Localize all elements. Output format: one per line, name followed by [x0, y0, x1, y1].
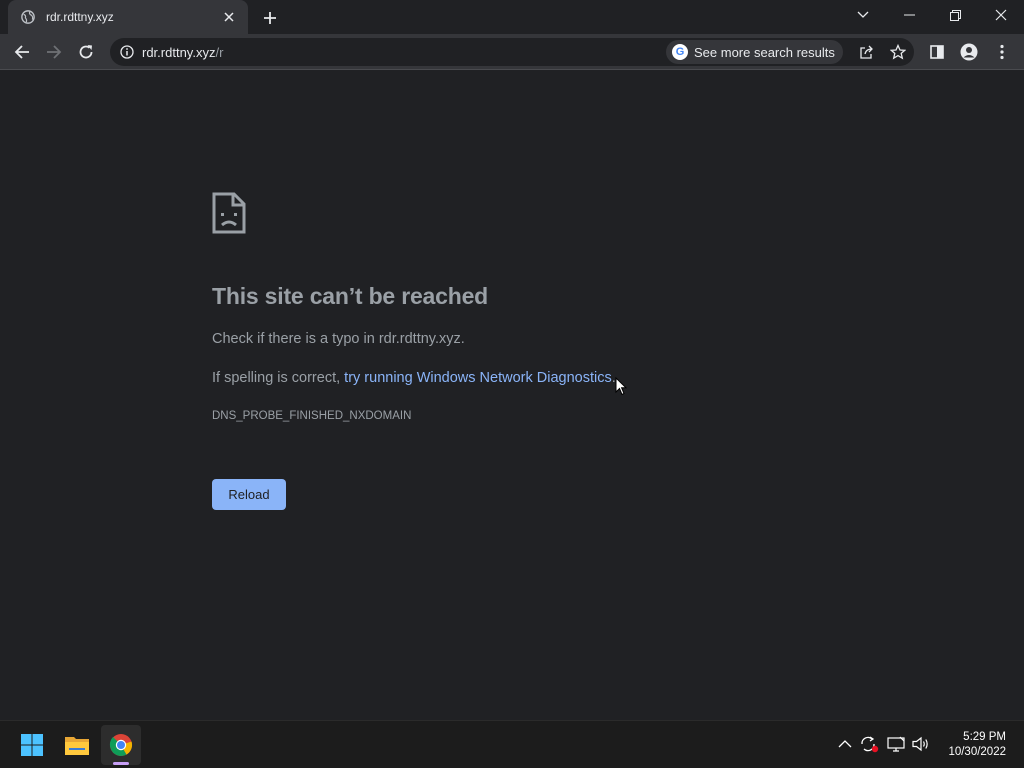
url-text: rdr.rdttny.xyz/r [142, 45, 223, 60]
profile-icon[interactable] [955, 38, 983, 66]
page-content: This site can’t be reached Check if ther… [0, 71, 1024, 720]
mouse-cursor-icon [615, 376, 628, 401]
back-icon[interactable] [8, 38, 36, 66]
tab-title: rdr.rdttny.xyz [46, 10, 114, 24]
diagnostics-link[interactable]: try running Windows Network Diagnostics [344, 370, 612, 386]
reload-icon[interactable] [72, 38, 100, 66]
chevron-up-icon[interactable] [834, 733, 856, 755]
minimize-icon[interactable] [886, 0, 932, 30]
reload-button[interactable]: Reload [212, 479, 286, 510]
volume-icon[interactable] [910, 733, 932, 755]
url-path: /r [215, 44, 224, 60]
side-panel-icon[interactable] [923, 38, 951, 66]
sad-page-icon [212, 192, 246, 234]
error-heading: This site can’t be reached [212, 283, 489, 309]
menu-icon[interactable] [988, 38, 1016, 66]
forward-icon[interactable] [40, 38, 68, 66]
globe-icon [20, 9, 36, 25]
star-icon[interactable] [887, 42, 909, 62]
chrome-icon[interactable] [101, 725, 141, 765]
file-explorer-icon[interactable] [57, 725, 97, 765]
clock-time: 5:29 PM [963, 731, 1006, 743]
network-icon[interactable] [885, 733, 907, 755]
active-app-indicator [113, 762, 129, 765]
clock-date: 10/30/2022 [948, 746, 1006, 758]
chevron-down-icon[interactable] [840, 0, 886, 30]
browser-toolbar: rdr.rdttny.xyz/r G See more search resul… [0, 34, 1024, 70]
window-close-icon[interactable] [978, 0, 1024, 30]
diagnostics-prefix: If spelling is correct, [212, 370, 345, 386]
system-clock[interactable]: 5:29 PM 10/30/2022 [948, 730, 1006, 760]
restore-icon[interactable] [932, 0, 978, 30]
windows-start-icon[interactable] [12, 725, 52, 765]
sync-icon[interactable] [858, 733, 880, 755]
taskbar: 5:29 PM 10/30/2022 [0, 720, 1024, 768]
close-icon[interactable] [220, 8, 238, 26]
google-icon: G [672, 44, 688, 60]
chip-label: See more search results [694, 44, 835, 60]
typo-hint: Check if there is a typo in rdr.rdttny.x… [212, 331, 465, 347]
browser-tab[interactable]: rdr.rdttny.xyz [8, 0, 248, 34]
address-bar[interactable]: rdr.rdttny.xyz/r G See more search resul… [110, 38, 914, 66]
plus-icon[interactable] [258, 6, 282, 30]
error-code: DNS_PROBE_FINISHED_NXDOMAIN [212, 410, 412, 422]
tab-strip: rdr.rdttny.xyz [0, 0, 1024, 34]
diagnostics-hint: If spelling is correct, try running Wind… [212, 370, 616, 386]
search-results-chip[interactable]: G See more search results [666, 40, 843, 64]
url-host: rdr.rdttny.xyz [142, 44, 216, 60]
share-icon[interactable] [856, 42, 878, 62]
info-icon[interactable] [112, 38, 142, 66]
